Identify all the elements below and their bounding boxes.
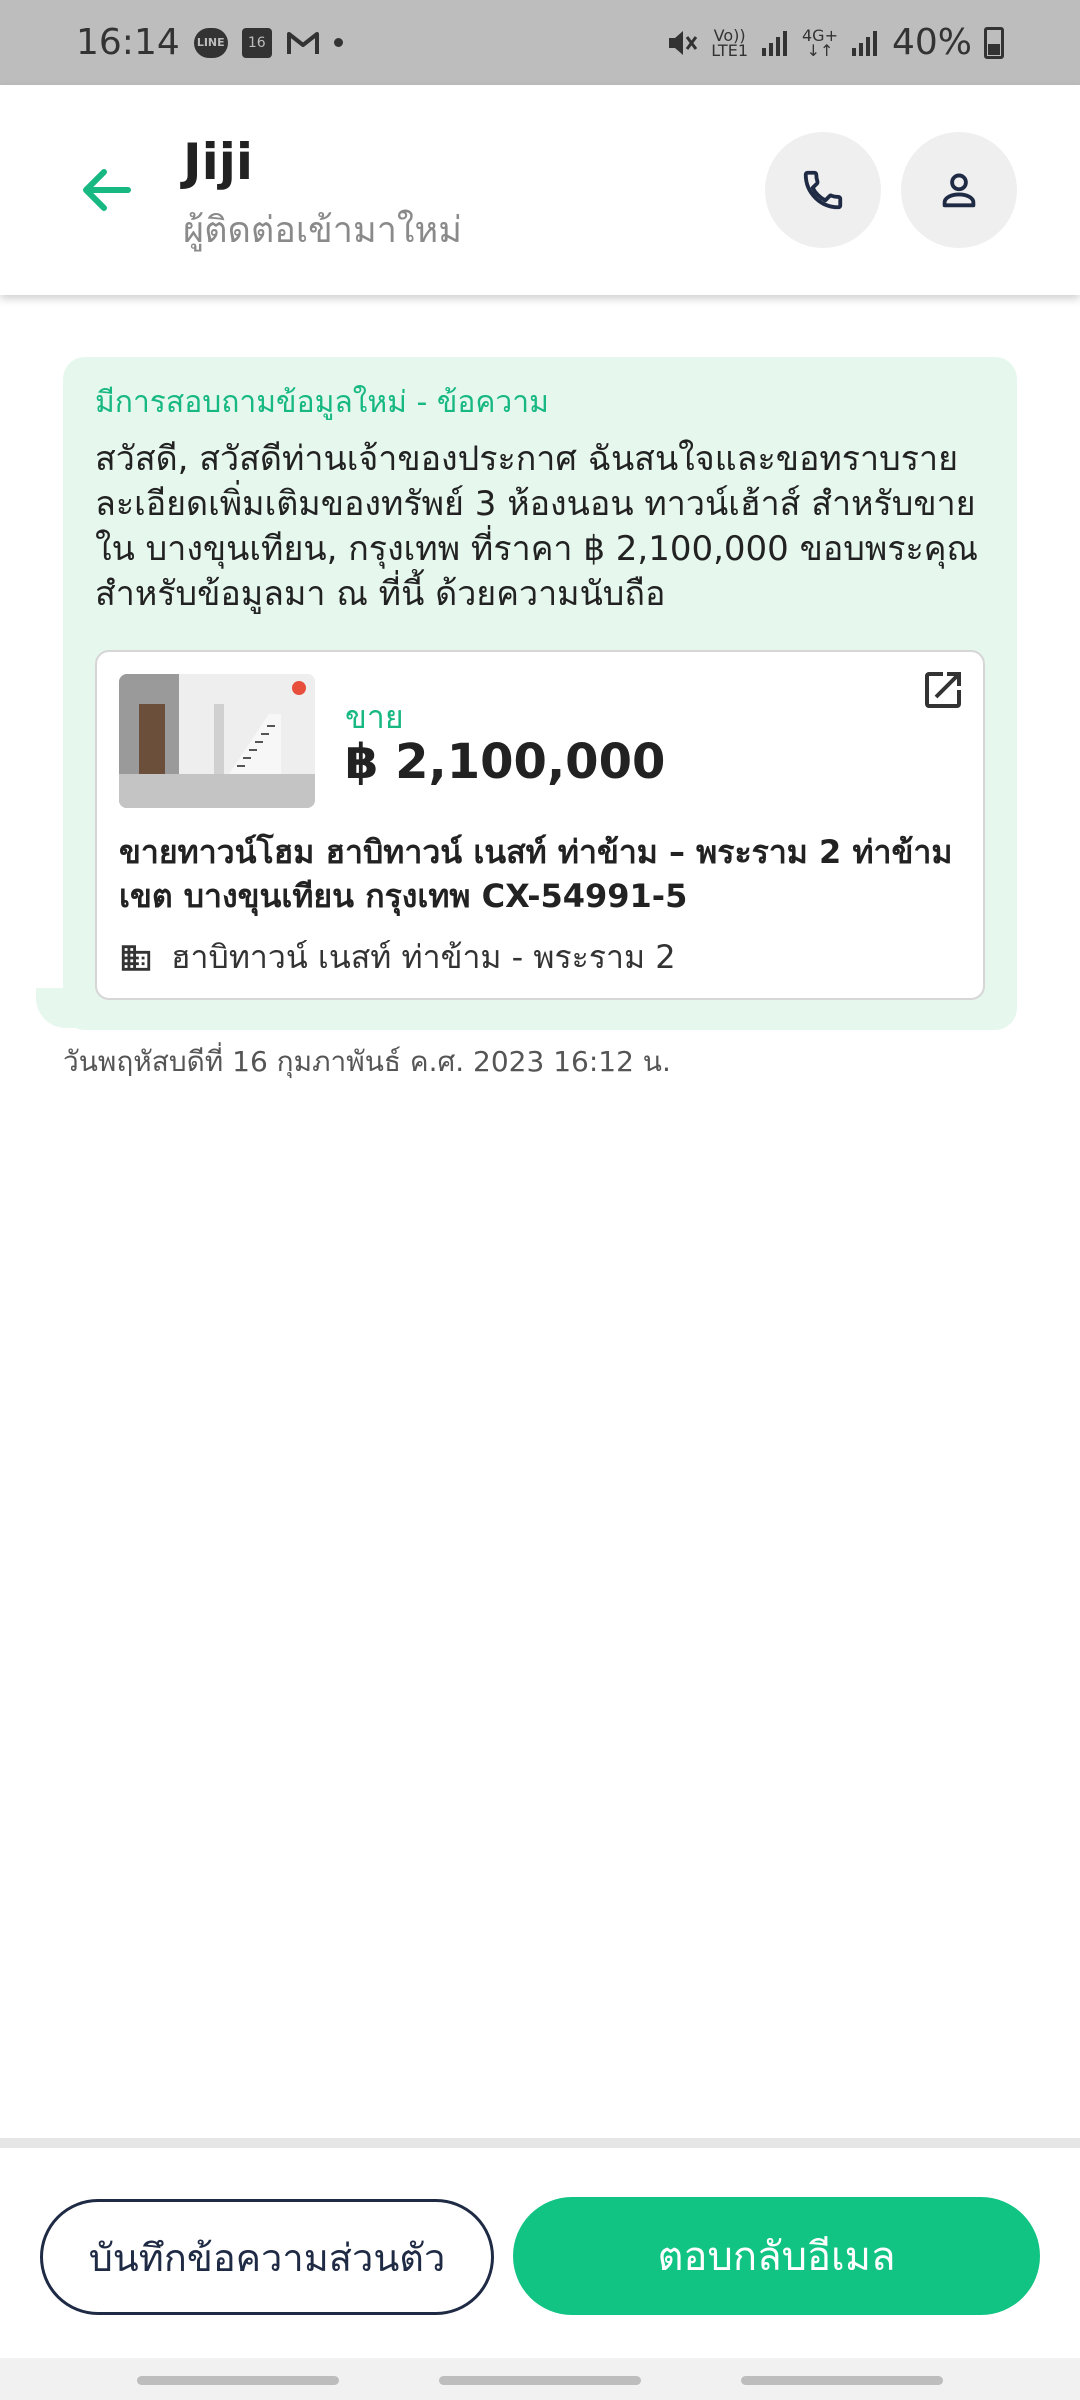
reply-email-button[interactable]: ตอบกลับอีเมล (513, 2197, 1040, 2315)
nav-recents-pill[interactable] (137, 2376, 339, 2385)
volte-bottom: LTE1 (711, 40, 748, 60)
status-right: Vo)) LTE1 4G+ ↓↑ 40% (665, 22, 1004, 63)
conversation-header: Jiji ผู้ติดต่อเข้ามาใหม่ (0, 85, 1080, 295)
message-body: สวัสดี, สวัสดีท่านเจ้าของประกาศ ฉันสนใจแ… (95, 439, 979, 614)
listing-price: ฿ 2,100,000 (345, 734, 666, 790)
clock: 16:14 (76, 22, 180, 63)
listing-title: ขายทาวน์โฮม ฮาบิทาวน์ เนสท์ ท่าข้าม – พร… (119, 833, 953, 915)
mute-icon (665, 26, 699, 60)
private-note-button[interactable]: บันทึกข้อความส่วนตัว (40, 2199, 494, 2315)
nav-back-pill[interactable] (741, 2376, 943, 2385)
bottom-divider (0, 2138, 1080, 2148)
system-nav-bar (0, 2358, 1080, 2400)
profile-button[interactable] (901, 132, 1017, 248)
battery-percent: 40% (891, 22, 972, 63)
call-button[interactable] (765, 132, 881, 248)
open-link-icon[interactable] (919, 666, 967, 714)
contact-name: Jiji (183, 133, 254, 191)
back-button[interactable] (72, 155, 142, 225)
network-type-icon: 4G+ ↓↑ (802, 27, 838, 60)
phone-icon (803, 170, 843, 210)
person-icon (942, 173, 976, 208)
arrow-left-icon (83, 169, 131, 211)
contact-status: ผู้ติดต่อเข้ามาใหม่ (183, 210, 462, 251)
listing-card[interactable]: ขาย ฿ 2,100,000 ขายทาวน์โฮม ฮาบิทาวน์ เน… (95, 650, 985, 1000)
status-bar: 16:14 LINE 16 Vo)) LTE1 4G+ ↓↑ 40% (0, 0, 1080, 85)
nav-home-pill[interactable] (439, 2376, 641, 2385)
line-notification-icon: LINE (193, 27, 228, 58)
gmail-notification-icon (286, 29, 320, 57)
project-name: ฮาบิทาวน์ เนสท์ ท่าข้าม - พระราม 2 (171, 938, 676, 976)
signal-2-icon (850, 28, 880, 58)
network-bottom: ↓↑ (806, 40, 834, 60)
listing-photo (119, 674, 315, 808)
project-row: ฮาบิทาวน์ เนสท์ ท่าข้าม - พระราม 2 (119, 932, 676, 983)
calendar-notification-icon: 16 (241, 27, 272, 58)
building-icon (121, 944, 151, 971)
status-left: 16:14 LINE 16 (76, 22, 343, 63)
volte-icon: Vo)) LTE1 (711, 27, 748, 60)
more-notifications-dot-icon (333, 38, 343, 47)
message-bubble: มีการสอบถามข้อมูลใหม่ - ข้อความ สวัสดี, … (63, 357, 1017, 1030)
title-block: Jiji ผู้ติดต่อเข้ามาใหม่ (183, 133, 462, 258)
message-title: มีการสอบถามข้อมูลใหม่ - ข้อความ (95, 385, 549, 420)
message-timestamp: วันพฤหัสบดีที่ 16 กุมภาพันธ์ ค.ศ. 2023 1… (63, 1045, 671, 1078)
signal-icon (760, 28, 790, 58)
battery-icon (984, 26, 1004, 59)
